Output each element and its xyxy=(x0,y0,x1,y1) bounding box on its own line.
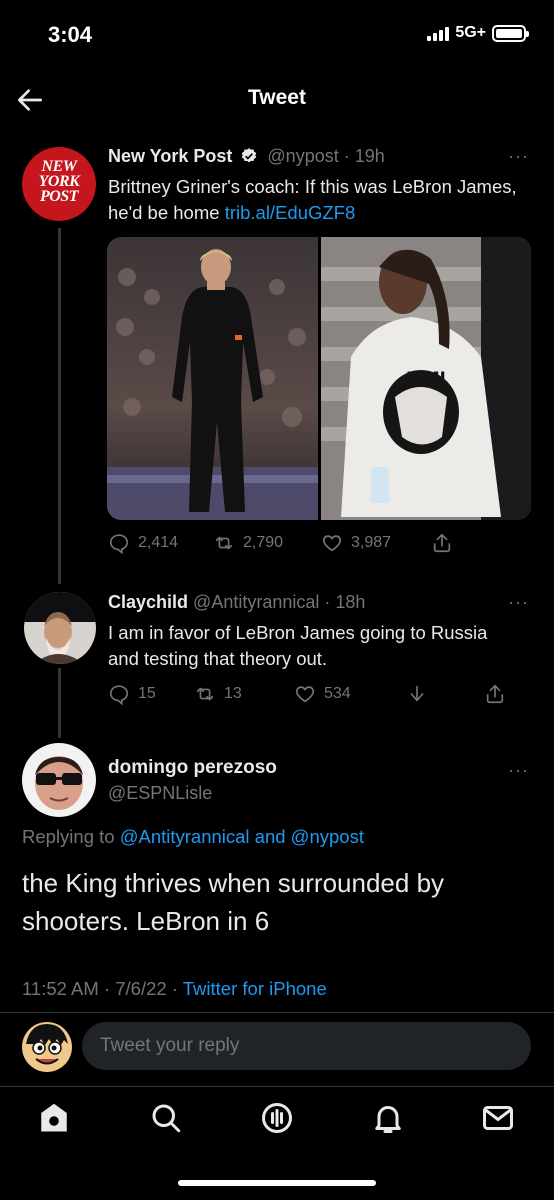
tweet-media[interactable]: JIMI xyxy=(107,237,531,520)
search-icon[interactable] xyxy=(148,1100,184,1136)
replying-to: Replying to @Antityrannical and @nypost xyxy=(22,826,364,847)
retweet-action[interactable]: 2,790 xyxy=(213,532,321,554)
share-icon xyxy=(433,533,451,553)
author-handle[interactable]: @Antityrannical xyxy=(193,592,319,612)
battery-icon xyxy=(492,24,529,42)
like-count: 534 xyxy=(324,685,351,702)
reply-count: 2,414 xyxy=(138,534,179,551)
divider xyxy=(0,1012,554,1013)
tweet-text: Brittney Griner's coach: If this was LeB… xyxy=(108,176,517,223)
reply-count: 15 xyxy=(138,685,156,702)
messages-envelope-icon[interactable] xyxy=(480,1100,516,1136)
tweet-time: · 18h xyxy=(324,592,366,612)
share-action[interactable] xyxy=(431,532,453,554)
thread-line xyxy=(58,668,61,738)
nav-header: Tweet xyxy=(0,78,554,122)
my-avatar[interactable] xyxy=(22,1022,72,1072)
tweet-timestamp: 11:52 AM · 7/6/22 · xyxy=(22,978,183,999)
author-name[interactable]: Claychild xyxy=(108,592,188,612)
status-bar: 3:04 5G+ xyxy=(0,0,554,70)
reply-tweet-header: Claychild @Antityrannical · 18h xyxy=(108,592,365,613)
coach-photo xyxy=(107,237,318,520)
downvote-arrow-icon xyxy=(410,685,424,702)
reply-icon xyxy=(109,534,129,554)
heart-icon xyxy=(322,535,342,552)
tweet-actions: 15 13 534 xyxy=(108,683,506,705)
spaces-icon[interactable] xyxy=(259,1100,295,1136)
retweet-icon xyxy=(215,536,233,550)
downvote-action[interactable] xyxy=(406,683,484,705)
heart-icon xyxy=(295,686,315,703)
status-time: 3:04 xyxy=(48,22,93,47)
like-action[interactable]: 3,987 xyxy=(321,532,431,554)
claychild-avatar[interactable] xyxy=(24,592,96,664)
replying-to-users[interactable]: @Antityrannical and @nypost xyxy=(120,826,364,847)
retweet-action[interactable]: 13 xyxy=(194,683,294,705)
media-photo-coach[interactable] xyxy=(107,237,318,520)
more-options-icon[interactable]: ··· xyxy=(508,146,529,167)
like-count: 3,987 xyxy=(351,534,392,551)
author-name[interactable]: domingo perezoso xyxy=(108,757,277,779)
notifications-bell-icon[interactable] xyxy=(370,1100,406,1136)
signal-icon xyxy=(427,25,450,41)
tweet-link[interactable]: trib.al/EduGZF8 xyxy=(225,202,356,223)
thread-line xyxy=(58,228,61,584)
nypost-logo-text: NEW YORK POST xyxy=(38,158,80,205)
more-options-icon[interactable]: ··· xyxy=(508,760,529,781)
divider xyxy=(0,1086,554,1087)
home-indicator[interactable] xyxy=(178,1180,376,1186)
status-indicators: 5G+ xyxy=(427,24,529,42)
nypost-avatar[interactable]: NEW YORK POST xyxy=(22,147,96,221)
author-handle[interactable]: @nypost xyxy=(267,146,338,166)
verified-badge-icon xyxy=(242,148,257,163)
domingo-avatar-image xyxy=(22,743,96,817)
share-action[interactable] xyxy=(484,683,506,705)
network-label: 5G+ xyxy=(455,24,486,41)
tweet-metadata: 11:52 AM · 7/6/22 · Twitter for iPhone xyxy=(22,978,327,1000)
tweet-text: I am in favor of LeBron James going to R… xyxy=(108,622,488,669)
like-action[interactable]: 534 xyxy=(294,683,406,705)
reply-icon xyxy=(109,685,129,705)
tweet-time: · 19h xyxy=(343,146,385,166)
page-title: Tweet xyxy=(248,86,306,109)
reply-input[interactable]: Tweet your reply xyxy=(82,1022,531,1070)
my-avatar-image xyxy=(22,1022,72,1072)
retweet-count: 13 xyxy=(224,685,242,702)
griner-photo: JIMI xyxy=(320,237,531,520)
tweet-actions: 2,414 2,790 3,987 xyxy=(108,532,453,554)
tweet-source[interactable]: Twitter for iPhone xyxy=(183,978,327,999)
domingo-avatar[interactable] xyxy=(22,743,96,817)
shirt-print: JIMI xyxy=(403,367,446,392)
reply-action[interactable]: 2,414 xyxy=(108,532,213,554)
main-tweet-text: the King thrives when surrounded by shoo… xyxy=(22,868,445,936)
media-photo-griner[interactable]: JIMI xyxy=(320,237,531,520)
more-options-icon[interactable]: ··· xyxy=(508,592,529,613)
author-handle[interactable]: @ESPNLisle xyxy=(108,783,212,804)
claychild-avatar-image xyxy=(24,592,96,664)
reply-action[interactable]: 15 xyxy=(108,683,194,705)
retweet-count: 2,790 xyxy=(243,534,284,551)
quoted-tweet-header: New York Post @nypost · 19h xyxy=(108,146,385,167)
share-icon xyxy=(486,684,504,704)
retweet-icon xyxy=(196,687,214,701)
reply-placeholder: Tweet your reply xyxy=(100,1035,240,1056)
author-name[interactable]: New York Post xyxy=(108,146,232,166)
tab-bar xyxy=(0,1090,554,1150)
home-icon[interactable] xyxy=(36,1100,72,1136)
